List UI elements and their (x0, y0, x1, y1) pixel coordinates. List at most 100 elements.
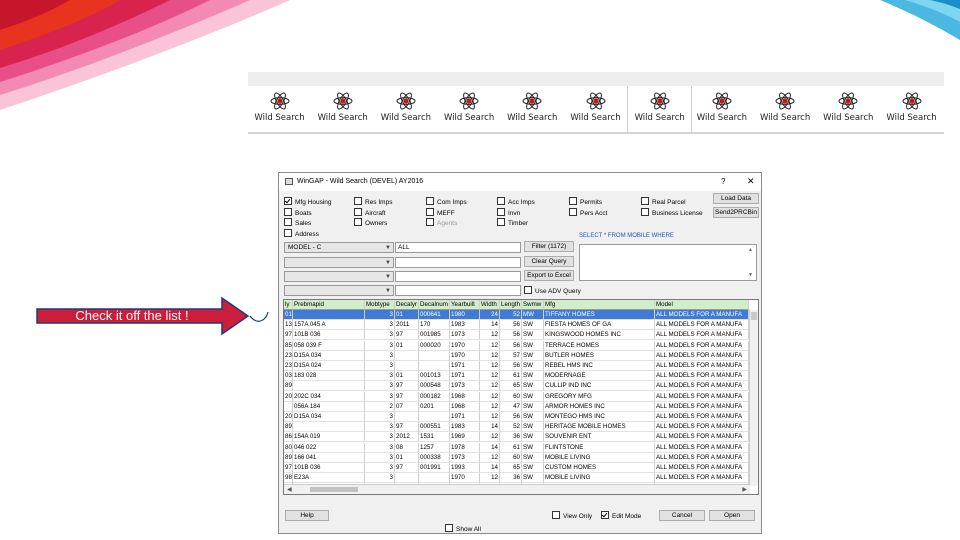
wild-search-button[interactable]: Wild Search (754, 86, 817, 132)
checkbox-box[interactable] (284, 229, 292, 237)
table-row[interactable]: 03 183 028 3 01 001013 1971 12 61 SW MODERNAGE ALL… (284, 371, 749, 382)
checkbox-box[interactable] (354, 208, 362, 216)
table-row[interactable]: 01 3 01 000641 1980 24 52 MW TIFFANY HOMES ALL MO… (284, 310, 749, 320)
wild-search-button[interactable]: Wild Search (501, 86, 564, 132)
scroll-down-icon[interactable]: ▼ (748, 272, 753, 278)
wild-search-button[interactable]: Wild Search (248, 86, 311, 132)
checkbox-box[interactable] (569, 197, 577, 205)
wild-search-button[interactable]: Wild Search (311, 86, 374, 132)
query-field-select-4[interactable]: ▼ (284, 285, 394, 296)
checkbox-real-parcel[interactable]: Real Parcel (641, 197, 686, 207)
help-icon[interactable]: ? (721, 177, 725, 186)
query-value-input-3[interactable] (395, 271, 521, 282)
wild-search-button[interactable]: Wild Search (627, 86, 693, 134)
wild-search-button[interactable]: Wild Search (880, 86, 943, 132)
table-row[interactable]: 97 101B 036 3 97 001985 1973 12 56 SW KINGSWOOD H… (284, 330, 749, 341)
table-row[interactable]: 13 157A 045 A 3 2011 170 1983 14 56 SW FIESTA HOM… (284, 320, 749, 331)
scroll-left-icon[interactable]: ◀ (287, 486, 292, 493)
wild-search-button[interactable]: Wild Search (564, 86, 627, 132)
query-value-input-2[interactable] (395, 257, 521, 268)
checkbox-box[interactable] (426, 208, 434, 216)
checkbox-box[interactable] (284, 197, 292, 205)
checkbox-box[interactable] (426, 218, 434, 226)
vertical-scrollbar[interactable] (749, 310, 758, 486)
checkbox-box[interactable] (641, 197, 649, 205)
checkbox-box[interactable] (426, 197, 434, 205)
table-row[interactable]: 23 D15A 034 3 1970 12 57 SW BUTLER HOMES ALL MOD… (284, 350, 749, 361)
checkbox-box[interactable] (284, 218, 292, 226)
table-row[interactable]: 20 202C 034 3 97 000182 1968 12 60 SW GREGORY MFG… (284, 391, 749, 402)
checkbox-view-only[interactable]: View Only (552, 511, 592, 521)
scroll-up-icon[interactable]: ▲ (748, 247, 753, 253)
query-field-select-2[interactable]: ▼ (284, 257, 394, 268)
scroll-thumb[interactable] (310, 487, 358, 492)
checkbox-box[interactable] (284, 208, 292, 216)
wild-search-button[interactable]: Wild Search (438, 86, 501, 132)
open-button[interactable]: Open (709, 510, 755, 521)
checkbox-res-imps[interactable]: Res Imps (354, 197, 392, 207)
query-field-select-3[interactable]: ▼ (284, 271, 394, 282)
checkbox-sales[interactable]: Sales (284, 218, 311, 228)
checkbox-box[interactable] (524, 286, 532, 294)
checkbox-pers-acct[interactable]: Pers Acct (569, 208, 607, 218)
column-header[interactable]: Yearbuilt (450, 300, 480, 310)
wild-search-button[interactable]: Wild Search (374, 86, 437, 132)
query-value-input-1[interactable]: ALL (395, 242, 521, 253)
query-field-select-1[interactable]: MODEL - C ▼ (284, 242, 394, 253)
checkbox-agents[interactable]: Agents (426, 218, 457, 228)
checkbox-permits[interactable]: Permits (569, 197, 602, 207)
table-row[interactable]: 89 3 97 000551 1983 14 52 SW HERITAGE MOBILE HOM… (284, 422, 749, 433)
wild-search-button[interactable]: Wild Search (690, 86, 753, 132)
table-row[interactable]: 23 D15A 024 3 1971 12 56 SW REBEL HMS INC ALL MO… (284, 361, 749, 371)
checkbox-box[interactable] (354, 218, 362, 226)
query-value-input-4[interactable] (395, 285, 521, 296)
column-header[interactable]: Mobtype (365, 300, 395, 310)
table-row[interactable]: 20 D15A 034 3 1971 12 56 SW MONTEGO HMS INC ALL … (284, 412, 749, 422)
checkbox-address[interactable]: Address (284, 229, 319, 239)
wild-search-button[interactable]: Wild Search (817, 86, 880, 132)
checkbox-business-license[interactable]: Business License (641, 208, 703, 218)
column-header[interactable]: Length (500, 300, 522, 310)
filter-button[interactable]: Filter (1172) (524, 241, 574, 252)
checkbox-edit-mode[interactable]: Edit Mode (601, 511, 641, 521)
horizontal-scrollbar[interactable]: ◀ ▶ (284, 484, 750, 494)
column-header[interactable]: ly (284, 300, 293, 310)
table-row[interactable]: 98 E23A 3 1970 12 36 SW MOBILE LIVING ALL MODELS… (284, 473, 749, 484)
table-header-row[interactable]: ly Prebmapid Mobtype Decalyr Decalnum Yearbui… (284, 300, 749, 310)
table-row[interactable]: 89 3 97 000548 1973 12 65 SW CULLIP IND INC ALL M… (284, 381, 749, 392)
column-header[interactable]: Swmw (522, 300, 544, 310)
column-header[interactable]: Width (480, 300, 500, 310)
table-row[interactable]: 80 046 022 3 08 1257 1978 14 61 SW FLINTSTONE ALL … (284, 442, 749, 453)
checkbox-acc-imps[interactable]: Acc Imps (497, 197, 535, 207)
scroll-thumb[interactable] (751, 312, 757, 320)
send2prcbin-button[interactable]: Send2PRCBin (713, 207, 759, 218)
checkbox-com-imps[interactable]: Com Imps (426, 197, 467, 207)
help-button[interactable]: Help (285, 510, 329, 521)
checkbox-box[interactable] (641, 208, 649, 216)
export-to-excel-button[interactable]: Export to Excel (524, 270, 574, 281)
checkbox-box[interactable] (497, 208, 505, 216)
checkbox-box[interactable] (601, 511, 609, 519)
checkbox-box[interactable] (552, 511, 560, 519)
checkbox-show-all[interactable]: Show All (445, 524, 481, 534)
checkbox-meff[interactable]: MEFF (426, 208, 455, 218)
load-data-button[interactable]: Load Data (713, 193, 759, 204)
results-grid[interactable]: ly Prebmapid Mobtype Decalyr Decalnum Yearbui… (283, 299, 759, 495)
checkbox-box[interactable] (497, 218, 505, 226)
checkbox-aircraft[interactable]: Aircraft (354, 208, 386, 218)
table-row[interactable]: 85 058 039 F 3 01 000020 1970 12 56 SW TERRACE HO… (284, 340, 749, 351)
column-header[interactable]: Decalyr (395, 300, 419, 310)
scroll-right-icon[interactable]: ▶ (742, 486, 747, 493)
close-icon[interactable]: ✕ (747, 176, 755, 187)
checkbox-box[interactable] (354, 197, 362, 205)
sql-query-textarea[interactable]: ▲ ▼ (579, 244, 757, 281)
checkbox-owners[interactable]: Owners (354, 218, 387, 228)
checkbox-boats[interactable]: Boats (284, 208, 312, 218)
column-header[interactable]: Model (655, 300, 749, 310)
table-row[interactable]: 89 166 041 3 01 000338 1973 12 60 SW MOBILE LIVIN… (284, 452, 749, 463)
checkbox-timber[interactable]: Timber (497, 218, 528, 228)
cancel-button[interactable]: Cancel (659, 510, 705, 521)
column-header[interactable]: Mfg (544, 300, 655, 310)
column-header[interactable]: Decalnum (419, 300, 450, 310)
checkbox-use-adv-query[interactable]: Use ADV Query (524, 286, 581, 296)
